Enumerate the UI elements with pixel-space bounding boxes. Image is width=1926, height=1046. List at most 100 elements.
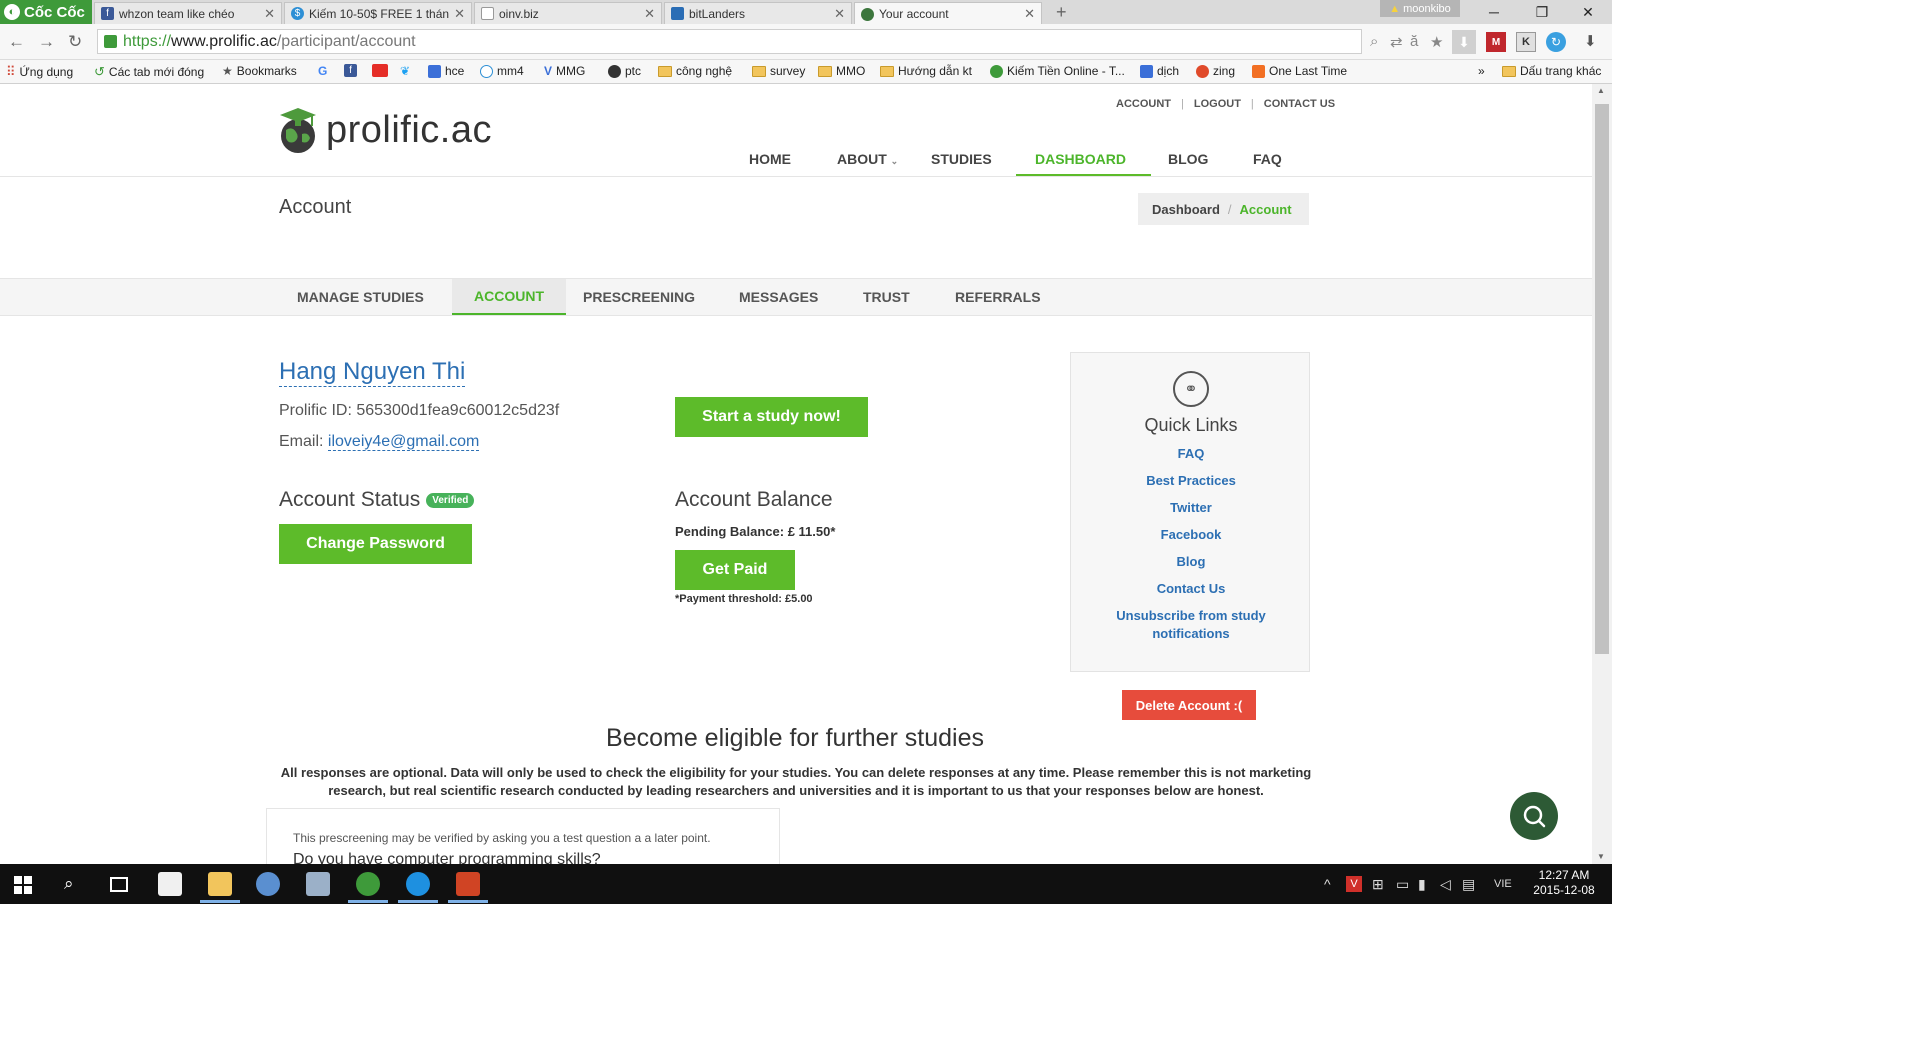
internet-explorer-icon[interactable] <box>406 872 430 896</box>
windows-start-icon[interactable] <box>14 876 32 894</box>
tray-notifications-icon[interactable]: ▤ <box>1462 876 1475 893</box>
task-view-icon[interactable] <box>110 877 128 892</box>
bookmark-folder-cong-nghe[interactable]: công nghệ <box>658 64 732 78</box>
close-icon[interactable]: ✕ <box>1024 6 1035 22</box>
email-value[interactable]: iloveiy4e@gmail.com <box>327 433 480 451</box>
minimize-icon[interactable]: ─ <box>1474 2 1514 22</box>
bookmark-star-icon[interactable]: ★ <box>1430 33 1443 51</box>
nav-faq[interactable]: FAQ <box>1253 151 1282 167</box>
search-icon[interactable]: ⌕ <box>1370 33 1378 50</box>
bookmark-apps[interactable]: ⠿ Ứng dụng <box>6 64 73 80</box>
subtab-trust[interactable]: TRUST <box>848 279 925 315</box>
file-explorer-icon[interactable] <box>208 872 232 896</box>
subtab-account[interactable]: ACCOUNT <box>452 279 566 315</box>
bookmark-google[interactable]: G <box>318 64 327 78</box>
close-icon[interactable]: ✕ <box>264 6 275 22</box>
url-field[interactable]: https://www.prolific.ac/participant/acco… <box>97 29 1362 54</box>
browser-tab-2[interactable]: $ Kiếm 10-50$ FREE 1 tháng ✕ <box>284 2 472 24</box>
delete-account-button[interactable]: Delete Account :( <box>1122 690 1256 720</box>
close-icon[interactable]: ✕ <box>834 6 845 22</box>
floating-search-button[interactable] <box>1510 792 1558 840</box>
tray-battery-icon[interactable]: ▮ <box>1418 876 1426 893</box>
tray-network-icon[interactable]: ⊞ <box>1372 876 1384 893</box>
close-icon[interactable]: ✕ <box>454 6 465 22</box>
scrollbar-thumb[interactable] <box>1595 104 1609 654</box>
tray-expand-icon[interactable]: ^ <box>1324 876 1331 892</box>
vietnamese-input-icon[interactable]: ă <box>1410 33 1418 50</box>
quick-link-facebook[interactable]: Facebook <box>1071 526 1311 544</box>
gmail-extension-icon[interactable]: M <box>1486 32 1506 52</box>
downloads-icon[interactable]: ⬇ <box>1584 32 1597 50</box>
reload-icon[interactable]: ↻ <box>68 32 82 52</box>
tray-monitor-icon[interactable]: ▭ <box>1396 876 1409 893</box>
bookmark-recent-tabs[interactable]: ↺ Các tab mới đóng <box>94 64 204 80</box>
bookmark-hce[interactable]: hce <box>428 64 464 78</box>
nav-dashboard[interactable]: DASHBOARD <box>1035 151 1126 167</box>
download-page-icon[interactable]: ⬇ <box>1452 30 1476 54</box>
coccoc-taskbar-icon[interactable] <box>356 872 380 896</box>
profile-badge[interactable]: ▲ moonkibo <box>1380 0 1460 17</box>
back-arrow-icon[interactable]: ← <box>8 32 25 52</box>
bookmark-youtube[interactable] <box>372 64 388 77</box>
close-icon[interactable]: ✕ <box>644 6 655 22</box>
subtab-messages[interactable]: MESSAGES <box>724 279 833 315</box>
quick-link-twitter[interactable]: Twitter <box>1071 499 1311 517</box>
quick-link-contact-us[interactable]: Contact Us <box>1071 580 1311 598</box>
bookmark-mm4[interactable]: mm4 <box>480 64 524 78</box>
browser-brand[interactable]: ◐ Cốc Cốc <box>0 0 92 24</box>
bookmark-folder-mmo[interactable]: MMO <box>818 64 865 78</box>
taskbar-clock[interactable]: 12:27 AM 2015-12-08 <box>1524 868 1604 898</box>
restore-icon[interactable]: ❐ <box>1522 2 1562 22</box>
subtab-prescreening[interactable]: PRESCREENING <box>568 279 710 315</box>
translate-icon[interactable]: ⇄ <box>1390 33 1403 51</box>
bookmark-folder-huong-dan[interactable]: Hướng dẫn kt <box>880 64 972 78</box>
paint-icon[interactable] <box>256 872 280 896</box>
bookmark-one-last-time[interactable]: One Last Time <box>1252 64 1347 78</box>
bookmark-kiem-tien[interactable]: Kiếm Tiền Online - T... <box>990 64 1125 78</box>
bookmark-facebook[interactable]: f <box>344 64 357 77</box>
bookmark-ptc[interactable]: ptc <box>608 64 641 78</box>
scroll-down-icon[interactable]: ▼ <box>1597 852 1605 861</box>
browser-tab-5[interactable]: Your account ✕ <box>854 2 1042 25</box>
forward-arrow-icon[interactable]: → <box>38 32 55 52</box>
start-study-button[interactable]: Start a study now! <box>675 397 868 437</box>
tray-language[interactable]: VIE <box>1494 878 1512 890</box>
bookmark-mmg[interactable]: V MMG <box>544 64 585 78</box>
bookmark-folder-survey[interactable]: survey <box>752 64 805 78</box>
quick-link-blog[interactable]: Blog <box>1071 553 1311 571</box>
subtab-referrals[interactable]: REFERRALS <box>940 279 1056 315</box>
breadcrumb-dashboard[interactable]: Dashboard <box>1152 202 1220 217</box>
browser-tab-4[interactable]: bitLanders ✕ <box>664 2 852 24</box>
bookmark-dich[interactable]: dịch <box>1140 64 1179 78</box>
bookmarks-more[interactable]: » <box>1478 64 1485 78</box>
scroll-up-icon[interactable]: ▲ <box>1597 86 1605 95</box>
nav-studies[interactable]: STUDIES <box>931 151 992 167</box>
tray-v-icon[interactable]: V <box>1346 876 1362 892</box>
k-extension-icon[interactable]: K <box>1516 32 1536 52</box>
browser-tab-3[interactable]: oinv.biz ✕ <box>474 2 662 24</box>
get-paid-button[interactable]: Get Paid <box>675 550 795 590</box>
new-tab-icon[interactable]: + <box>1056 2 1067 23</box>
sync-extension-icon[interactable]: ↻ <box>1546 32 1566 52</box>
subtab-manage-studies[interactable]: MANAGE STUDIES <box>282 279 439 315</box>
network-app-icon[interactable] <box>306 872 330 896</box>
other-bookmarks[interactable]: Dấu trang khác <box>1502 64 1601 78</box>
nav-blog[interactable]: BLOG <box>1168 151 1208 167</box>
quick-link-unsubscribe[interactable]: Unsubscribe from study notifications <box>1101 607 1281 643</box>
bookmark-twitter[interactable]: ❦ <box>400 64 410 78</box>
bookmark-zing[interactable]: zing <box>1196 64 1235 78</box>
browser-tab-1[interactable]: f whzon team like chéo ✕ <box>94 2 282 24</box>
tray-volume-icon[interactable]: ◁ <box>1440 876 1451 893</box>
close-window-icon[interactable]: ✕ <box>1568 2 1608 22</box>
change-password-button[interactable]: Change Password <box>279 524 472 564</box>
quick-link-best-practices[interactable]: Best Practices <box>1071 472 1311 490</box>
nav-about[interactable]: ABOUT ⌄ <box>837 151 898 167</box>
bookmark-bookmarks[interactable]: ★ Bookmarks <box>222 64 297 78</box>
store-icon[interactable] <box>158 872 182 896</box>
nav-home[interactable]: HOME <box>749 151 791 167</box>
account-name[interactable]: Hang Nguyen Thi <box>279 358 466 387</box>
powerpoint-icon[interactable] <box>456 872 480 896</box>
taskbar-search-icon[interactable]: ⌕ <box>64 874 74 894</box>
quick-link-faq[interactable]: FAQ <box>1071 445 1311 463</box>
quick-links-title: Quick Links <box>1144 415 1238 435</box>
